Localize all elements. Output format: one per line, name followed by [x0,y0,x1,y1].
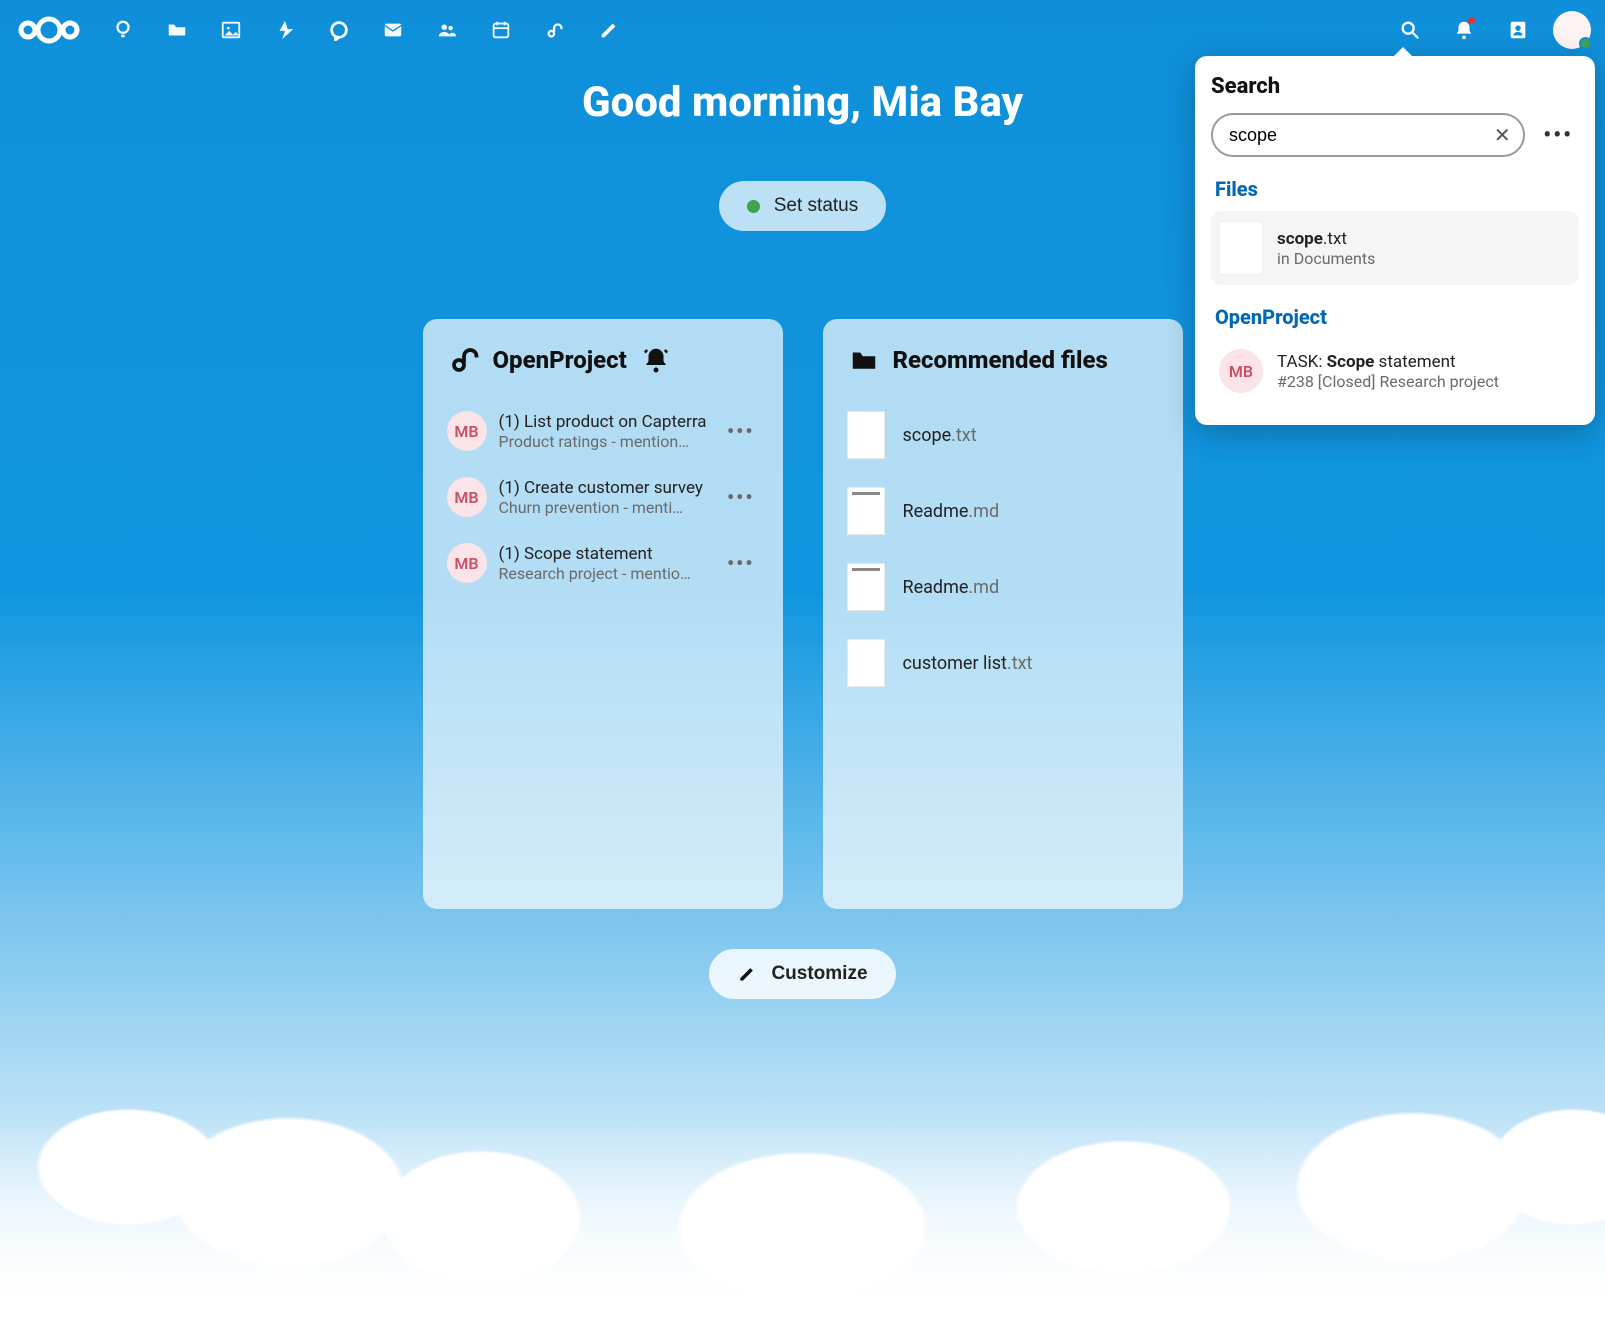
item-subtitle: Research project - mentio… [499,564,711,583]
status-dot-icon [747,200,760,213]
pencil-icon [737,964,757,984]
files-icon[interactable] [150,3,204,57]
item-subtitle: Churn prevention - menti… [499,498,711,517]
widget-title: Recommended files [893,346,1108,374]
openproject-nav-icon[interactable] [528,3,582,57]
topbar-right [1385,5,1591,55]
file-ext: .txt [951,425,976,446]
mail-icon[interactable] [366,3,420,57]
recommended-file[interactable]: Readme.md [843,481,1163,541]
more-icon[interactable]: ••• [723,485,759,509]
openproject-item[interactable]: MB (1) Scope statement Research project … [443,537,763,589]
search-input[interactable] [1211,113,1525,157]
openproject-icon [449,345,479,375]
item-title: (1) Create customer survey [499,478,711,498]
search-popover: Search ✕ ••• Files scope.txt in Document… [1195,56,1595,425]
search-section-files[interactable]: Files [1215,177,1579,201]
notes-icon[interactable] [582,3,636,57]
nextcloud-logo[interactable] [14,13,84,47]
widget-recommended: Recommended files scope.txt Readme.md Re… [823,319,1183,909]
more-icon[interactable]: ••• [723,419,759,443]
topbar [0,0,1605,60]
set-status-label: Set status [774,195,859,217]
result-name-rest: .txt [1323,229,1347,249]
user-initials-avatar: MB [447,411,487,451]
search-result-file[interactable]: scope.txt in Documents [1211,211,1579,285]
file-name: Readme [903,577,969,598]
search-section-openproject[interactable]: OpenProject [1215,305,1579,329]
file-name: Readme [903,501,969,522]
user-initials-avatar: MB [447,543,487,583]
dashboard-icon[interactable] [96,3,150,57]
file-thumb-icon [847,639,885,687]
contacts-group-icon[interactable] [420,3,474,57]
more-icon[interactable]: ••• [723,551,759,575]
file-name: customer list [903,653,1007,674]
activity-icon[interactable] [258,3,312,57]
file-name: scope [903,425,952,446]
contacts-icon[interactable] [1493,5,1543,55]
file-thumb-icon [847,411,885,459]
folder-icon [849,345,879,375]
search-more-icon[interactable]: ••• [1537,123,1579,148]
file-ext: .md [968,501,999,522]
result-bold: Scope [1327,352,1375,372]
item-subtitle: Product ratings - mention… [499,432,711,451]
photos-icon[interactable] [204,3,258,57]
clear-search-icon[interactable]: ✕ [1489,122,1515,148]
file-thumb-icon [1219,221,1263,275]
result-subtitle: in Documents [1277,249,1571,268]
customize-label: Customize [771,963,867,985]
result-prefix: TASK: [1277,352,1327,372]
result-subtitle: #238 [Closed] Research project [1277,372,1571,391]
notifications-icon[interactable] [1439,5,1489,55]
user-avatar[interactable] [1553,11,1591,49]
item-title: (1) Scope statement [499,544,711,564]
file-thumb-icon [847,487,885,535]
app-nav [96,3,636,57]
recommended-file[interactable]: Readme.md [843,557,1163,617]
widget-openproject: OpenProject MB (1) List product on Capte… [423,319,783,909]
item-title: (1) List product on Capterra [499,412,711,432]
set-status-button[interactable]: Set status [719,181,887,231]
file-ext: .txt [1007,653,1032,674]
talk-icon[interactable] [312,3,366,57]
user-initials-avatar: MB [1219,349,1263,393]
customize-button[interactable]: Customize [709,949,895,999]
file-ext: .md [968,577,999,598]
bell-icon [641,345,671,375]
user-initials-avatar: MB [447,477,487,517]
recommended-file[interactable]: scope.txt [843,405,1163,465]
recommended-file[interactable]: customer list.txt [843,633,1163,693]
calendar-icon[interactable] [474,3,528,57]
widget-title: OpenProject [493,346,627,374]
search-title: Search [1211,74,1579,99]
notification-badge [1468,17,1475,24]
file-thumb-icon [847,563,885,611]
status-indicator [1579,37,1592,50]
result-name-bold: scope [1277,229,1323,249]
result-rest: statement [1374,352,1455,372]
search-result-task[interactable]: MB TASK: Scope statement #238 [Closed] R… [1211,339,1579,403]
openproject-item[interactable]: MB (1) Create customer survey Churn prev… [443,471,763,523]
openproject-item[interactable]: MB (1) List product on Capterra Product … [443,405,763,457]
